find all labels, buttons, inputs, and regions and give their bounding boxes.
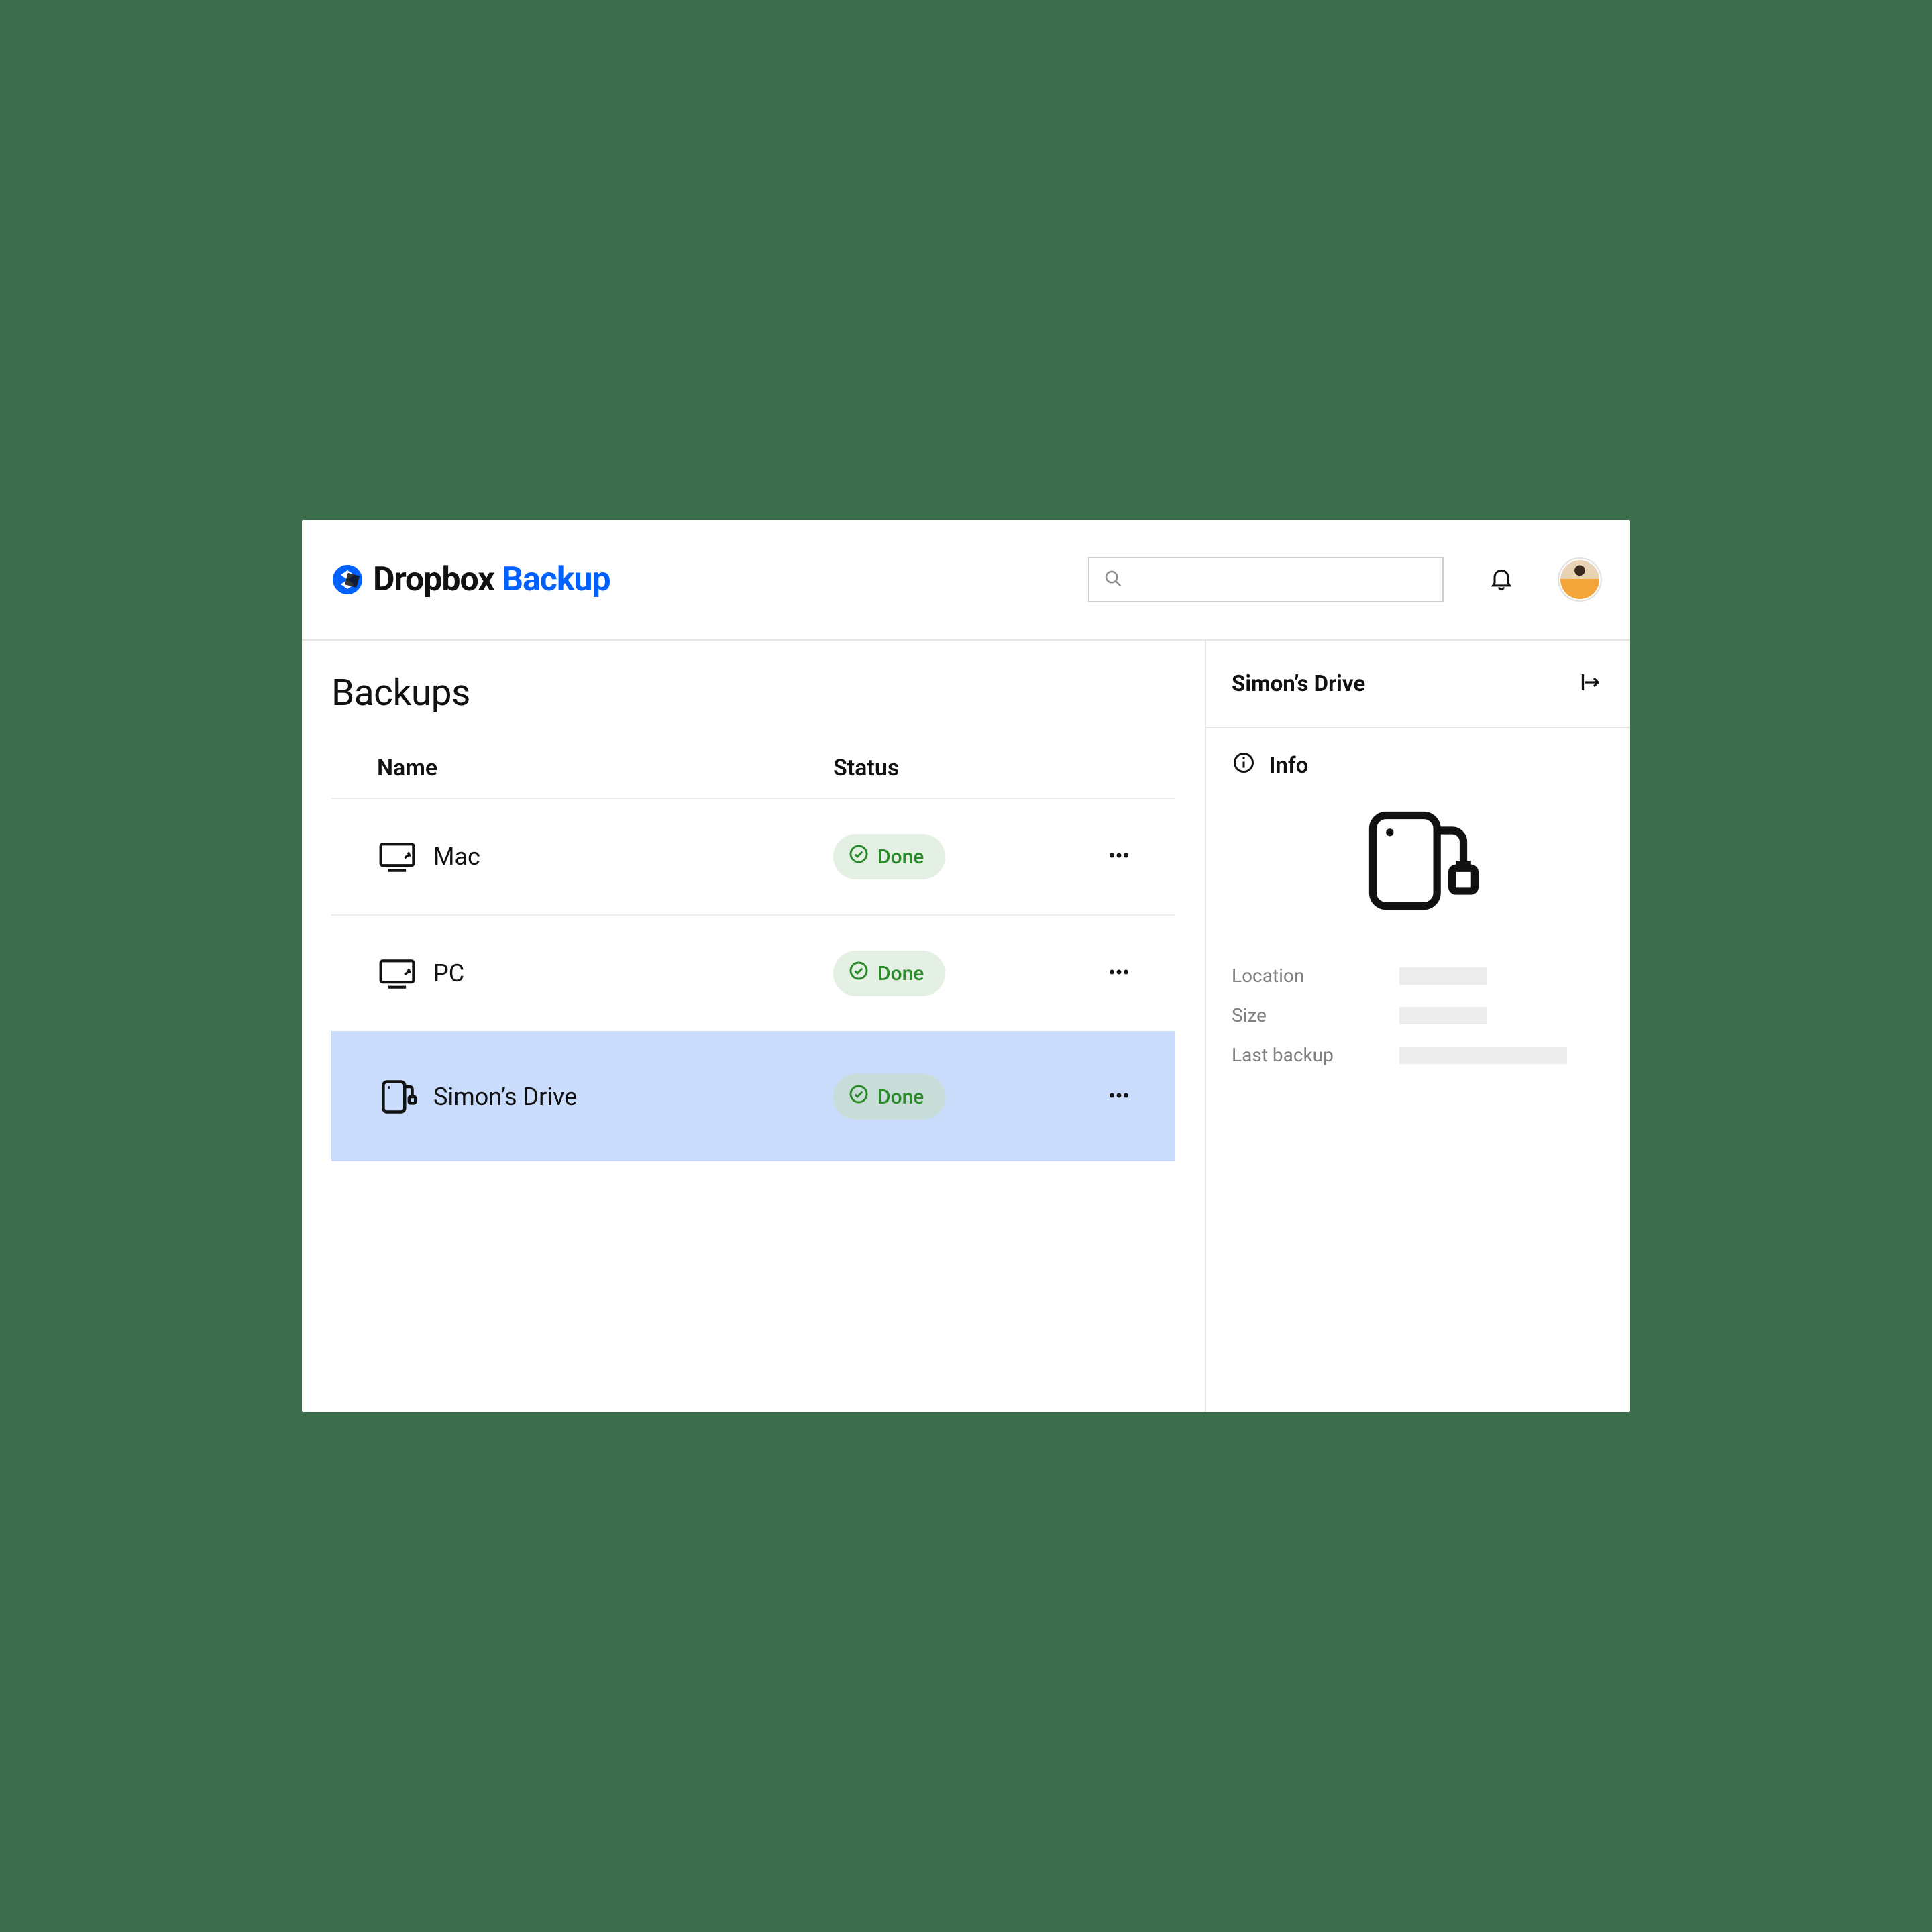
- field-label-size: Size: [1232, 1004, 1399, 1026]
- field-value-size: [1399, 1007, 1487, 1024]
- status-badge: Done: [833, 951, 945, 996]
- avatar[interactable]: [1559, 559, 1601, 600]
- field-value-location: [1399, 967, 1487, 985]
- desktop-icon: [377, 837, 433, 877]
- table-header: Name Status: [331, 755, 1175, 798]
- dropbox-logo-icon: [331, 564, 364, 596]
- app-window: Dropbox Backup Backups: [302, 520, 1630, 1412]
- status-badge: Done: [833, 1074, 945, 1120]
- brand-text-primary: Dropbox: [373, 560, 502, 599]
- table-body: Mac Done: [331, 798, 1175, 1161]
- check-circle-icon: [848, 843, 869, 870]
- info-section-header: Info: [1232, 751, 1605, 781]
- column-header-status[interactable]: Status: [833, 755, 1175, 782]
- panel-header: Simon’s Drive: [1206, 641, 1630, 728]
- status-text: Done: [877, 962, 924, 985]
- page-title: Backups: [331, 672, 1175, 714]
- row-name: Simon’s Drive: [433, 1083, 833, 1111]
- info-fields: Location Size Last backup: [1232, 965, 1605, 1066]
- check-circle-icon: [848, 960, 869, 987]
- row-name: Mac: [433, 843, 833, 871]
- row-status: Done: [833, 951, 1103, 996]
- more-icon: [1107, 960, 1131, 987]
- status-badge: Done: [833, 834, 945, 879]
- row-status: Done: [833, 1074, 1103, 1120]
- info-label: Info: [1269, 753, 1308, 779]
- more-icon: [1107, 1083, 1131, 1110]
- table-row[interactable]: Mac Done: [331, 798, 1175, 914]
- desktop-icon: [377, 953, 433, 994]
- brand-text-secondary: Backup: [502, 560, 610, 599]
- table-row[interactable]: Simon’s Drive Done: [331, 1031, 1175, 1161]
- table-row[interactable]: PC Done: [331, 914, 1175, 1031]
- drive-icon: [377, 1077, 433, 1117]
- info-icon: [1232, 751, 1256, 781]
- row-more-button[interactable]: [1103, 957, 1135, 989]
- status-text: Done: [877, 1085, 924, 1109]
- body: Backups Name Status: [302, 641, 1630, 1412]
- notifications-button[interactable]: [1485, 564, 1517, 596]
- collapse-panel-icon: [1578, 670, 1602, 697]
- row-more-button[interactable]: [1103, 1081, 1135, 1113]
- topbar: Dropbox Backup: [302, 520, 1630, 641]
- details-panel: Simon’s Drive: [1205, 641, 1630, 1412]
- field-label-last-backup: Last backup: [1232, 1044, 1399, 1066]
- panel-body: Info Location Size: [1206, 728, 1630, 1089]
- check-circle-icon: [848, 1083, 869, 1110]
- row-name: PC: [433, 959, 833, 987]
- external-drive-icon: [1232, 804, 1605, 918]
- row-status: Done: [833, 834, 1103, 879]
- search-field[interactable]: [1134, 568, 1429, 591]
- field-label-location: Location: [1232, 965, 1399, 987]
- search-icon: [1103, 568, 1123, 591]
- brand: Dropbox Backup: [331, 560, 610, 599]
- search-input[interactable]: [1088, 557, 1444, 602]
- brand-text: Dropbox Backup: [373, 560, 610, 599]
- field-value-last-backup: [1399, 1046, 1567, 1064]
- main: Backups Name Status: [302, 641, 1205, 1412]
- backups-table: Name Status Mac: [331, 755, 1175, 1161]
- collapse-panel-button[interactable]: [1575, 669, 1605, 698]
- row-more-button[interactable]: [1103, 841, 1135, 873]
- column-header-name[interactable]: Name: [377, 755, 833, 782]
- bell-icon: [1488, 565, 1515, 594]
- status-text: Done: [877, 845, 924, 869]
- more-icon: [1107, 843, 1131, 870]
- panel-title: Simon’s Drive: [1232, 671, 1564, 697]
